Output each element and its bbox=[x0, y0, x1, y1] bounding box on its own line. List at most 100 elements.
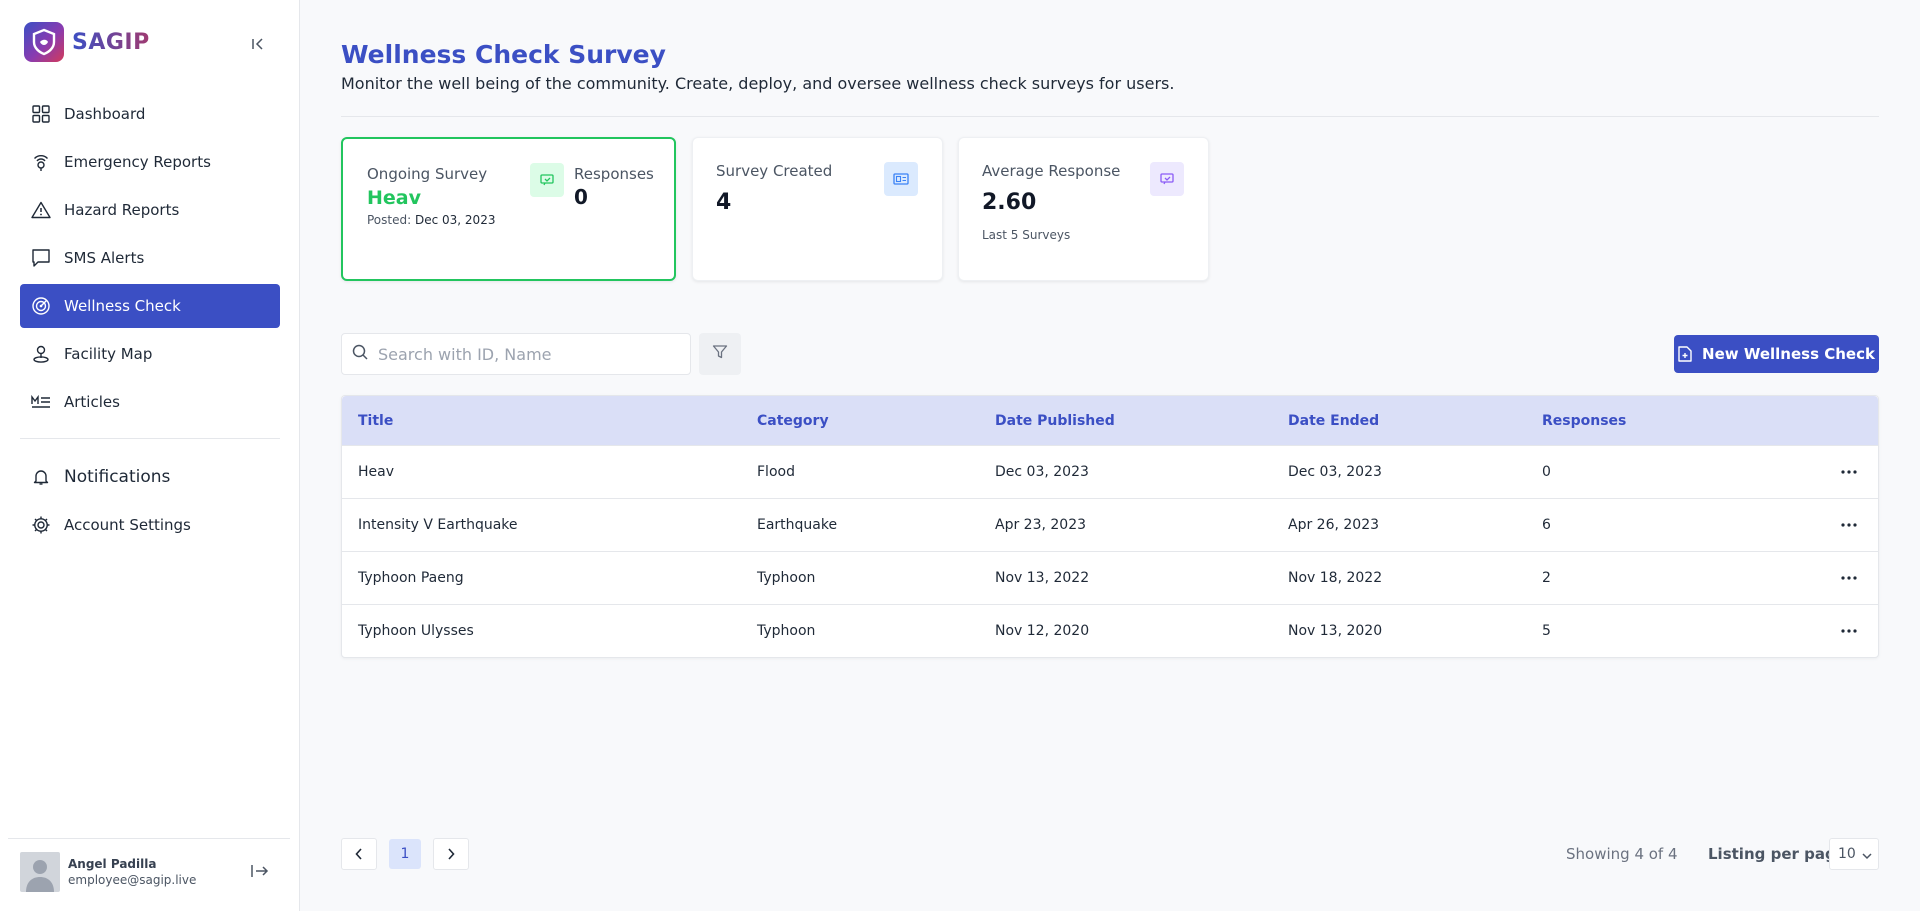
average-response-label: Average Response bbox=[982, 162, 1121, 180]
sidebar-item-sms-alerts[interactable]: SMS Alerts bbox=[20, 236, 280, 280]
survey-check-icon bbox=[530, 163, 564, 197]
sidebar: SAGIP Dashboard Emergency Reports Hazard… bbox=[0, 0, 300, 911]
brand[interactable]: SAGIP bbox=[24, 22, 150, 62]
avatar[interactable] bbox=[20, 851, 60, 892]
ongoing-survey-posted: Posted: Dec 03, 2023 bbox=[367, 213, 495, 227]
sidebar-item-hazard-reports[interactable]: Hazard Reports bbox=[20, 188, 280, 232]
column-header-title[interactable]: Title bbox=[358, 413, 393, 429]
gear-icon bbox=[30, 514, 52, 536]
cell-responses: 2 bbox=[1542, 570, 1551, 586]
sidebar-item-emergency-reports[interactable]: Emergency Reports bbox=[20, 140, 280, 184]
survey-response-icon bbox=[1150, 162, 1184, 196]
column-header-date-ended[interactable]: Date Ended bbox=[1288, 413, 1379, 429]
listing-per-page-label: Listing per page bbox=[1708, 845, 1846, 863]
average-response-card[interactable]: Average Response 2.60 Last 5 Surveys bbox=[958, 137, 1209, 281]
page-subtitle: Monitor the well being of the community.… bbox=[341, 74, 1175, 93]
sidebar-item-label: Wellness Check bbox=[64, 297, 181, 315]
collapse-sidebar-icon[interactable] bbox=[246, 32, 270, 56]
column-header-date-published[interactable]: Date Published bbox=[995, 413, 1115, 429]
column-header-category[interactable]: Category bbox=[757, 413, 829, 429]
sidebar-item-label: SMS Alerts bbox=[64, 249, 145, 267]
sidebar-item-wellness-check[interactable]: Wellness Check bbox=[20, 284, 280, 328]
table-row[interactable]: Typhoon Paeng Typhoon Nov 13, 2022 Nov 1… bbox=[342, 551, 1878, 604]
search-box bbox=[341, 333, 691, 375]
search-input[interactable] bbox=[378, 344, 668, 364]
new-wellness-check-label: New Wellness Check bbox=[1702, 345, 1875, 363]
more-options-icon[interactable] bbox=[1837, 460, 1861, 484]
sidebar-item-label: Notifications bbox=[64, 467, 171, 487]
map-pin-icon bbox=[30, 343, 52, 365]
user-email: employee@sagip.live bbox=[68, 872, 197, 887]
signal-pin-icon bbox=[30, 151, 52, 173]
user-info: Angel Padilla employee@sagip.live bbox=[68, 857, 196, 887]
warning-icon bbox=[30, 199, 52, 221]
survey-created-card[interactable]: Survey Created 4 bbox=[692, 137, 943, 281]
user-profile: Angel Padilla employee@sagip.live bbox=[8, 838, 290, 904]
sidebar-item-notifications[interactable]: Notifications bbox=[20, 455, 280, 499]
sidebar-item-label: Account Settings bbox=[64, 516, 191, 534]
table-row[interactable]: Intensity V Earthquake Earthquake Apr 23… bbox=[342, 498, 1878, 551]
main-content: Wellness Check Survey Monitor the well b… bbox=[341, 0, 1881, 911]
page-number-button[interactable]: 1 bbox=[389, 839, 421, 869]
brand-name: SAGIP bbox=[72, 29, 150, 55]
logout-icon[interactable] bbox=[248, 859, 272, 883]
survey-created-value: 4 bbox=[716, 190, 732, 215]
more-options-icon[interactable] bbox=[1837, 619, 1861, 643]
cell-date-ended: Nov 13, 2020 bbox=[1288, 623, 1383, 639]
cell-category: Typhoon bbox=[757, 570, 816, 586]
ongoing-survey-title: Heav bbox=[367, 187, 421, 209]
ongoing-survey-card[interactable]: Ongoing Survey Heav Posted: Dec 03, 2023… bbox=[341, 137, 676, 281]
user-name: Angel Padilla bbox=[68, 856, 157, 871]
sidebar-divider bbox=[20, 438, 280, 439]
grid-icon bbox=[30, 103, 52, 125]
chat-icon bbox=[30, 247, 52, 269]
showing-count: Showing 4 of 4 bbox=[1566, 845, 1678, 863]
more-options-icon[interactable] bbox=[1837, 513, 1861, 537]
cell-category: Flood bbox=[757, 464, 795, 480]
shield-logo-icon bbox=[24, 22, 64, 62]
previous-page-button[interactable] bbox=[341, 838, 377, 870]
cell-date-ended: Dec 03, 2023 bbox=[1288, 464, 1382, 480]
table-header: Title Category Date Published Date Ended… bbox=[342, 396, 1878, 445]
more-options-icon[interactable] bbox=[1837, 566, 1861, 590]
listing-per-page-select[interactable]: 10 bbox=[1829, 838, 1879, 870]
pagination: 1 bbox=[341, 838, 469, 870]
sidebar-item-facility-map[interactable]: Facility Map bbox=[20, 332, 280, 376]
chevron-left-icon bbox=[355, 845, 363, 864]
table-row[interactable]: Heav Flood Dec 03, 2023 Dec 03, 2023 0 bbox=[342, 445, 1878, 498]
cell-date-published: Dec 03, 2023 bbox=[995, 464, 1089, 480]
new-wellness-check-button[interactable]: New Wellness Check bbox=[1674, 335, 1879, 373]
cell-date-published: Nov 13, 2022 bbox=[995, 570, 1090, 586]
cell-responses: 6 bbox=[1542, 517, 1551, 533]
filter-button[interactable] bbox=[699, 333, 741, 375]
posted-date: Dec 03, 2023 bbox=[414, 213, 496, 227]
cell-date-ended: Apr 26, 2023 bbox=[1288, 517, 1380, 533]
cell-title: Intensity V Earthquake bbox=[358, 517, 518, 533]
sidebar-item-label: Facility Map bbox=[64, 345, 153, 363]
cell-responses: 0 bbox=[1542, 464, 1551, 480]
cell-date-published: Apr 23, 2023 bbox=[995, 517, 1087, 533]
sidebar-item-dashboard[interactable]: Dashboard bbox=[20, 92, 280, 136]
markdown-icon bbox=[30, 391, 52, 413]
cell-category: Earthquake bbox=[757, 517, 838, 533]
filter-icon bbox=[712, 344, 728, 364]
page-title: Wellness Check Survey bbox=[341, 40, 666, 69]
sidebar-nav: Dashboard Emergency Reports Hazard Repor… bbox=[20, 92, 280, 551]
next-page-button[interactable] bbox=[433, 838, 469, 870]
posted-label: Posted: bbox=[367, 213, 412, 227]
chevron-down-icon bbox=[1862, 848, 1872, 864]
table-row[interactable]: Typhoon Ulysses Typhoon Nov 12, 2020 Nov… bbox=[342, 604, 1878, 657]
header-divider bbox=[341, 116, 1879, 117]
sidebar-item-label: Emergency Reports bbox=[64, 153, 211, 171]
cell-date-published: Nov 12, 2020 bbox=[995, 623, 1090, 639]
sidebar-item-articles[interactable]: Articles bbox=[20, 380, 280, 424]
cell-date-ended: Nov 18, 2022 bbox=[1288, 570, 1383, 586]
ongoing-responses-label: Responses bbox=[574, 165, 654, 183]
sidebar-item-label: Articles bbox=[64, 393, 120, 411]
survey-created-label: Survey Created bbox=[716, 162, 833, 180]
sidebar-item-account-settings[interactable]: Account Settings bbox=[20, 503, 280, 547]
ongoing-responses-value: 0 bbox=[574, 185, 588, 209]
average-response-value: 2.60 bbox=[982, 190, 1037, 215]
cell-category: Typhoon bbox=[757, 623, 816, 639]
column-header-responses[interactable]: Responses bbox=[1542, 413, 1626, 429]
